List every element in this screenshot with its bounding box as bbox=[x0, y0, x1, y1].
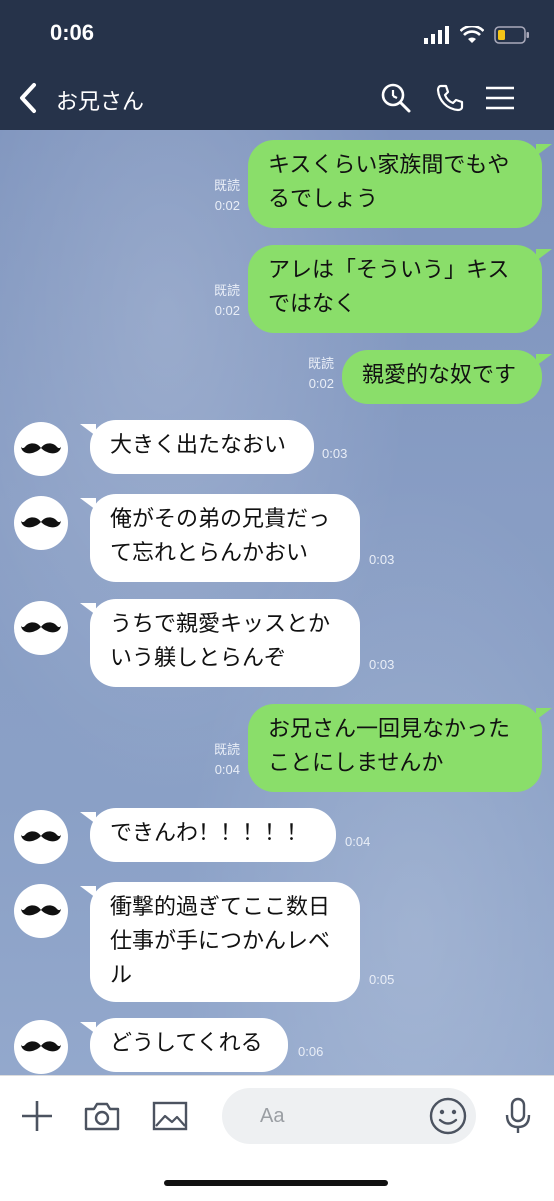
battery-icon bbox=[494, 26, 529, 44]
message-time: 0:06 bbox=[298, 1044, 324, 1059]
message-row: 親愛的な奴です 既読 0:02 bbox=[0, 350, 554, 404]
mustache-avatar-icon bbox=[21, 517, 61, 528]
back-arrow-icon bbox=[20, 83, 36, 113]
message-bubble[interactable]: お兄さん一回見なかった ことにしませんか bbox=[248, 704, 542, 792]
emoji-button[interactable] bbox=[428, 1096, 468, 1136]
message-meta: 既読 0:02 bbox=[308, 354, 334, 394]
message-bubble[interactable]: アレは「そういう」キス ではなく bbox=[248, 245, 542, 333]
message-bubble[interactable]: どうしてくれる bbox=[90, 1018, 288, 1072]
chat-title: お兄さん bbox=[56, 90, 145, 115]
emoji-icon bbox=[429, 1097, 467, 1135]
message-meta: 既読 0:02 bbox=[214, 176, 240, 216]
image-icon bbox=[152, 1101, 188, 1131]
read-receipt: 既読 bbox=[213, 178, 240, 193]
message-row: 大きく出たなおい 0:03 bbox=[0, 420, 554, 480]
message-row: うちで親愛キッスとか いう躾しとらんぞ 0:03 bbox=[0, 599, 554, 687]
message-time: 0:02 bbox=[308, 376, 334, 391]
phone-icon bbox=[436, 84, 464, 112]
chat-header: お兄さん bbox=[0, 66, 554, 130]
message-time: 0:04 bbox=[345, 834, 371, 849]
microphone-icon bbox=[505, 1097, 531, 1133]
message-time: 0:03 bbox=[369, 657, 395, 672]
message-bubble[interactable]: 俺がその弟の兄貴だっ て忘れとらんかおい bbox=[90, 494, 360, 582]
message-bubble[interactable]: うちで親愛キッスとか いう躾しとらんぞ bbox=[90, 599, 360, 687]
message-time: 0:04 bbox=[214, 762, 240, 777]
avatar[interactable] bbox=[14, 1020, 68, 1074]
message-row: どうしてくれる 0:06 bbox=[0, 1018, 554, 1075]
message-time: 0:03 bbox=[369, 552, 395, 567]
avatar[interactable] bbox=[14, 884, 68, 938]
search-icon bbox=[381, 83, 411, 113]
wifi-icon bbox=[460, 26, 484, 43]
mustache-avatar-icon bbox=[21, 443, 61, 454]
read-receipt: 既読 bbox=[307, 356, 334, 371]
menu-button[interactable] bbox=[480, 78, 520, 118]
message-row: 俺がその弟の兄貴だっ て忘れとらんかおい 0:03 bbox=[0, 494, 554, 582]
avatar[interactable] bbox=[14, 810, 68, 864]
camera-icon bbox=[84, 1102, 120, 1131]
status-icons bbox=[424, 24, 530, 46]
voice-button[interactable] bbox=[496, 1094, 540, 1138]
message-bubble[interactable]: 親愛的な奴です bbox=[342, 350, 542, 404]
message-row: キスくらい家族間でもや るでしょう 既読 0:02 bbox=[0, 140, 554, 228]
image-button[interactable] bbox=[148, 1094, 192, 1138]
message-row: お兄さん一回見なかった ことにしませんか 既読 0:04 bbox=[0, 704, 554, 792]
mustache-avatar-icon bbox=[21, 831, 61, 842]
message-row: 衝撃的過ぎてここ数日 仕事が手につかんレベ ル 0:05 bbox=[0, 882, 554, 1002]
message-bubble[interactable]: 衝撃的過ぎてここ数日 仕事が手につかんレベ ル bbox=[90, 882, 360, 1002]
mustache-avatar-icon bbox=[21, 622, 61, 633]
status-bar: 0:06 bbox=[0, 0, 554, 66]
plus-icon bbox=[22, 1101, 52, 1131]
read-receipt: 既読 bbox=[213, 742, 240, 757]
avatar[interactable] bbox=[14, 496, 68, 550]
message-time: 0:03 bbox=[322, 446, 348, 461]
message-time: 0:02 bbox=[214, 303, 240, 318]
message-time: 0:05 bbox=[369, 972, 395, 987]
camera-button[interactable] bbox=[80, 1094, 124, 1138]
message-bubble[interactable]: できんわ！！！！！ bbox=[90, 808, 336, 862]
mustache-avatar-icon bbox=[21, 905, 61, 916]
signal-icon bbox=[424, 26, 449, 44]
message-row: アレは「そういう」キス ではなく 既読 0:02 bbox=[0, 245, 554, 333]
mustache-avatar-icon bbox=[21, 1041, 61, 1052]
message-time: 0:02 bbox=[214, 198, 240, 213]
read-receipt: 既読 bbox=[213, 283, 240, 298]
add-button[interactable] bbox=[15, 1094, 59, 1138]
message-row: できんわ！！！！！ 0:04 bbox=[0, 808, 554, 868]
chat-area[interactable]: キスくらい家族間でもや るでしょう 既読 0:02 アレは「そういう」キス ではな… bbox=[0, 130, 554, 1075]
search-button[interactable] bbox=[376, 78, 416, 118]
message-bubble[interactable]: 大きく出たなおい bbox=[90, 420, 314, 474]
home-indicator bbox=[164, 1180, 388, 1186]
status-time: 0:06 bbox=[50, 20, 95, 45]
call-button[interactable] bbox=[430, 78, 470, 118]
message-meta: 既読 0:04 bbox=[214, 740, 240, 780]
message-meta: 既読 0:02 bbox=[214, 281, 240, 321]
message-bubble[interactable]: キスくらい家族間でもや るでしょう bbox=[248, 140, 542, 228]
back-button[interactable] bbox=[8, 78, 48, 118]
avatar[interactable] bbox=[14, 422, 68, 476]
avatar[interactable] bbox=[14, 601, 68, 655]
menu-icon bbox=[486, 86, 514, 110]
